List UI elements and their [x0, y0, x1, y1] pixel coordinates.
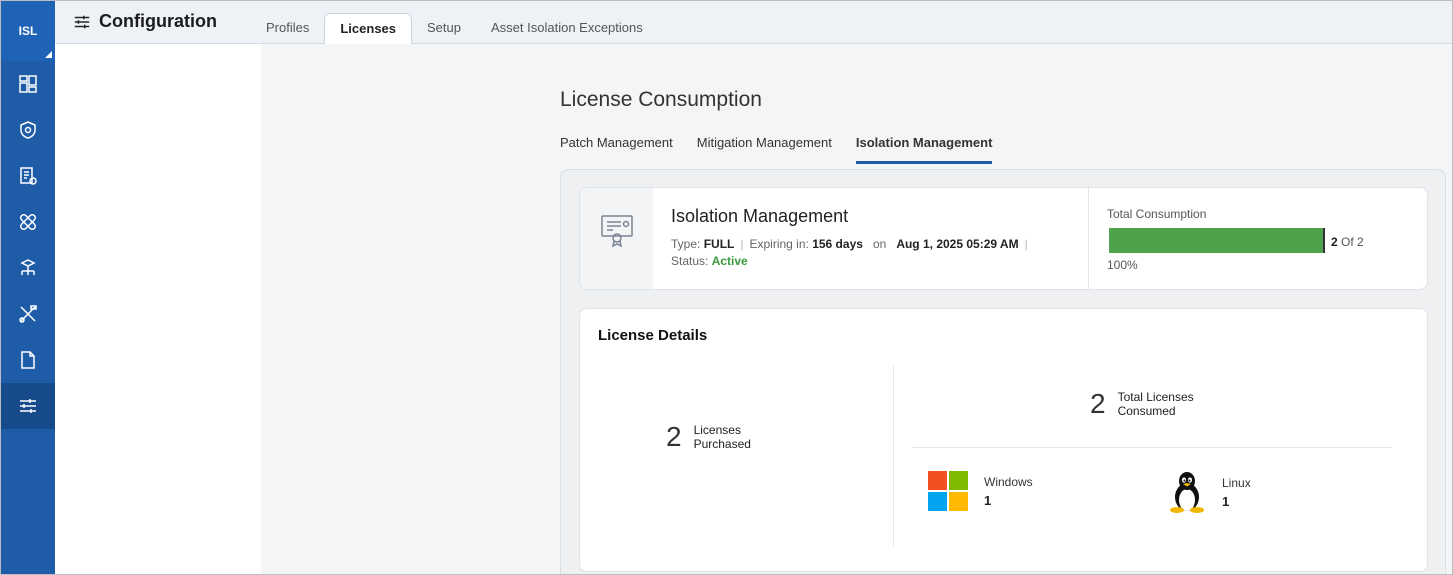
subtab-isolation-management[interactable]: Isolation Management: [855, 135, 993, 164]
os-windows: Windows 1: [928, 471, 1033, 511]
total-consumption-label: Total Consumption: [1107, 207, 1207, 221]
license-summary-card: Isolation Management Type: FULL | Expiring…: [579, 187, 1428, 290]
consumed-label: Total Licenses Consumed: [1117, 390, 1194, 418]
tab-asset-isolation-exceptions[interactable]: Asset Isolation Exceptions: [476, 13, 658, 44]
certificate-icon-box: [580, 188, 653, 289]
on-label: on: [872, 237, 887, 251]
shield-icon: [20, 121, 36, 139]
sidebar-item-bandage[interactable]: [1, 199, 55, 245]
page-title-text: Configuration: [99, 11, 217, 31]
status-label: Status:: [671, 254, 709, 268]
sliders-icon: [74, 15, 90, 28]
consumption-count: 2 Of 2: [1331, 235, 1364, 249]
bandage-icon: [20, 214, 36, 230]
sidebar: ISL: [1, 1, 55, 574]
sidebar-item-tools[interactable]: [1, 291, 55, 337]
licenses-purchased-stat: 2 Licenses Purchased: [666, 421, 784, 453]
consumed-count: 2: [1090, 388, 1106, 419]
sidebar-item-configuration[interactable]: [1, 383, 55, 429]
consumption-percent: 100%: [1107, 258, 1138, 272]
header-tabs: Profiles Licenses Setup Asset Isolation …: [251, 13, 658, 44]
divider: [912, 447, 1392, 448]
linux-tux-icon: [1170, 472, 1204, 513]
network-icon: [20, 259, 36, 275]
tab-licenses[interactable]: Licenses: [324, 13, 413, 44]
sidebar-item-shield[interactable]: [1, 107, 55, 153]
license-details-card: License Details 2 Licenses Purchased 2 T…: [579, 308, 1428, 572]
subtab-patch-management[interactable]: Patch Management: [560, 135, 673, 164]
license-details-title: License Details: [598, 327, 708, 344]
os-name: Windows: [984, 474, 1033, 489]
os-count: 1: [1222, 493, 1230, 509]
windows-logo-icon: [928, 471, 968, 511]
consumption-of: Of 2: [1341, 235, 1364, 249]
purchased-count: 2: [666, 421, 682, 452]
expiring-value: 156 days: [812, 237, 863, 251]
tab-setup[interactable]: Setup: [412, 13, 476, 44]
sidebar-item-document[interactable]: [1, 337, 55, 383]
logo-text: ISL: [18, 24, 38, 38]
purchased-label: Licenses Purchased: [693, 423, 751, 451]
sidebar-item-dashboard[interactable]: [1, 61, 55, 107]
dashboard-icon: [19, 75, 37, 93]
license-name: Isolation Management: [671, 206, 849, 226]
os-linux: Linux 1: [1168, 471, 1251, 513]
product-subtabs: Patch Management Mitigation Management I…: [560, 135, 993, 164]
expiring-label: Expiring in:: [749, 237, 809, 251]
consumption-progress-fill: [1109, 228, 1323, 253]
os-name: Linux: [1222, 475, 1251, 490]
reports-icon: [20, 167, 37, 185]
tools-icon: [19, 305, 37, 323]
os-count: 1: [984, 492, 992, 508]
page-title: Configuration: [73, 11, 217, 32]
sidebar-item-network[interactable]: [1, 245, 55, 291]
app-window: ISL Configuration Profiles Licenses Setu…: [0, 0, 1453, 575]
consumption-used: 2: [1331, 235, 1338, 249]
document-icon: [21, 351, 35, 369]
type-value: FULL: [703, 237, 735, 251]
divider: [1088, 188, 1089, 289]
sidebar-item-reports[interactable]: [1, 153, 55, 199]
consumption-progress-bar: [1109, 228, 1325, 253]
status-value: Active: [711, 254, 748, 268]
app-logo[interactable]: ISL: [1, 1, 55, 61]
license-meta: Type: FULL | Expiring in: 156 days on Aug …: [671, 237, 1028, 268]
left-pane: [55, 44, 261, 574]
tab-profiles[interactable]: Profiles: [251, 13, 324, 44]
subtab-mitigation-management[interactable]: Mitigation Management: [697, 135, 832, 164]
section-title: License Consumption: [560, 88, 762, 111]
divider: [893, 366, 894, 546]
expiry-date: Aug 1, 2025 05:29 AM: [896, 237, 1019, 251]
top-header: Configuration Profiles Licenses Setup As…: [55, 1, 1452, 44]
type-label: Type:: [671, 237, 701, 251]
certificate-icon: [600, 214, 633, 247]
sliders-icon: [20, 399, 36, 413]
total-consumed-stat: 2 Total Licenses Consumed: [1090, 388, 1208, 420]
